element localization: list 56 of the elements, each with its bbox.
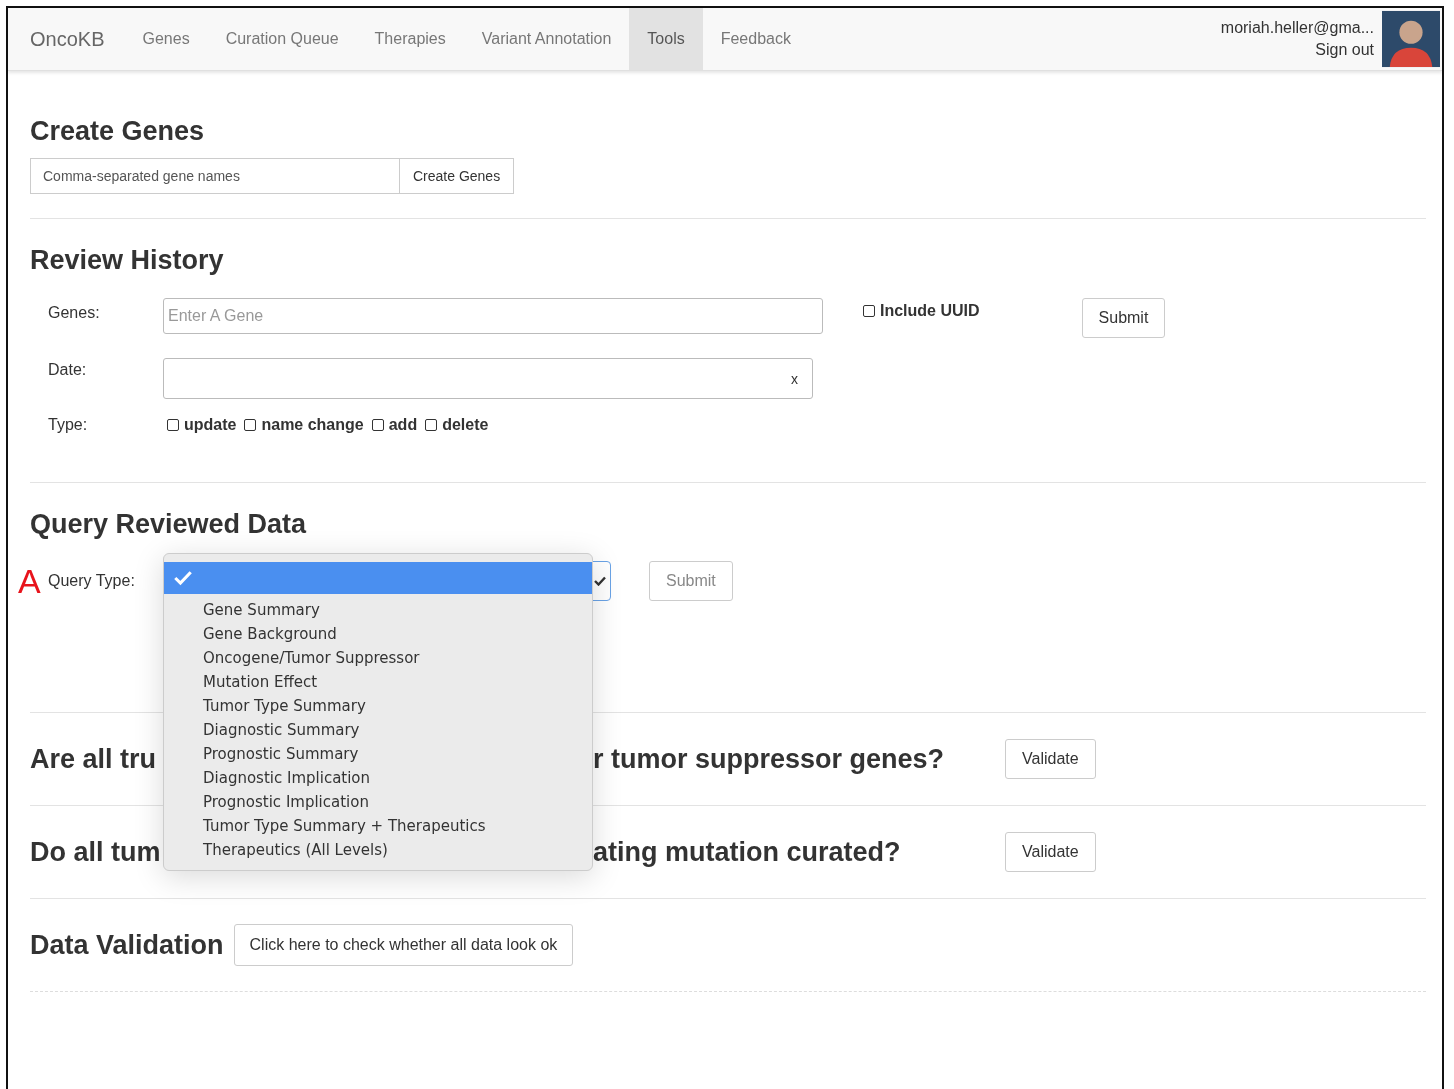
validate-button[interactable]: Validate: [1005, 832, 1096, 872]
field-label: Query Type:: [47, 572, 136, 590]
check-data-button[interactable]: Click here to check whether all data look ok: [233, 924, 574, 966]
checkbox[interactable]: [371, 419, 384, 431]
dropdown-option[interactable]: Prognostic Summary: [164, 742, 592, 766]
question-text: r tumor suppressor genes?: [593, 743, 946, 775]
gene-names-input[interactable]: Comma-separated gene names: [30, 158, 400, 194]
section-title: Review History: [30, 245, 225, 276]
gene-input[interactable]: Enter A Gene: [163, 298, 823, 334]
checkbox[interactable]: [863, 305, 875, 317]
nav-link[interactable]: Feedback: [702, 8, 809, 70]
nav-link[interactable]: Therapies: [356, 8, 464, 70]
date-input[interactable]: x: [163, 358, 813, 399]
check-icon: [174, 570, 192, 586]
question-text: Are all tru: [30, 743, 157, 775]
checkbox-label: Include UUID: [880, 302, 980, 320]
section-title: Data Validation: [30, 929, 224, 961]
dropdown-option[interactable]: Gene Background: [164, 622, 592, 646]
question-text: ating mutation curated?: [593, 836, 902, 868]
checkbox[interactable]: [244, 419, 257, 431]
dropdown-option[interactable]: Mutation Effect: [164, 670, 592, 694]
nav-link[interactable]: Variant Annotation: [463, 8, 630, 70]
avatar-icon[interactable]: [1382, 10, 1440, 68]
sign-out-link[interactable]: Sign out: [1315, 41, 1374, 59]
check-icon: [594, 576, 606, 586]
create-genes-button[interactable]: Create Genes: [400, 158, 515, 194]
field-label: Type:: [47, 416, 89, 434]
nav-link[interactable]: Genes: [124, 8, 208, 70]
checkbox[interactable]: [425, 419, 438, 431]
dropdown-option[interactable]: Tumor Type Summary: [164, 694, 592, 718]
section-title: Query Reviewed Data: [30, 509, 308, 540]
checkbox-label: delete: [442, 416, 489, 434]
user-email: moriah.heller@gma...: [1220, 19, 1374, 37]
brand-link[interactable]: OncoKB: [30, 27, 105, 51]
validate-button[interactable]: Validate: [1005, 739, 1096, 779]
question-text: Do all tum: [30, 836, 161, 868]
annotation-marker: A: [18, 561, 41, 602]
checkbox-label: name change: [261, 416, 364, 434]
checkbox-label: add: [388, 416, 418, 434]
dropdown-option[interactable]: Diagnostic Implication: [164, 766, 592, 790]
submit-button[interactable]: Submit: [649, 561, 733, 601]
dropdown-option[interactable]: Gene Summary: [164, 598, 592, 622]
dropdown-option[interactable]: Prognostic Implication: [164, 790, 592, 814]
clear-button[interactable]: x: [791, 370, 798, 387]
dropdown-option[interactable]: Tumor Type Summary + Therapeutics: [164, 814, 592, 838]
field-label: Date:: [47, 360, 88, 379]
submit-button[interactable]: Submit: [1081, 298, 1166, 338]
dropdown-option[interactable]: Therapeutics (All Levels): [164, 838, 592, 862]
field-label: Genes:: [47, 303, 101, 322]
nav-link[interactable]: Tools: [629, 8, 703, 70]
checkbox-label: update: [184, 416, 237, 434]
dropdown-option[interactable]: Diagnostic Summary: [164, 718, 592, 742]
checkbox[interactable]: [167, 419, 179, 431]
dropdown-option[interactable]: Oncogene/Tumor Suppressor: [164, 646, 592, 670]
section-title: Create Genes: [30, 116, 206, 147]
nav-link[interactable]: Curation Queue: [207, 8, 357, 70]
